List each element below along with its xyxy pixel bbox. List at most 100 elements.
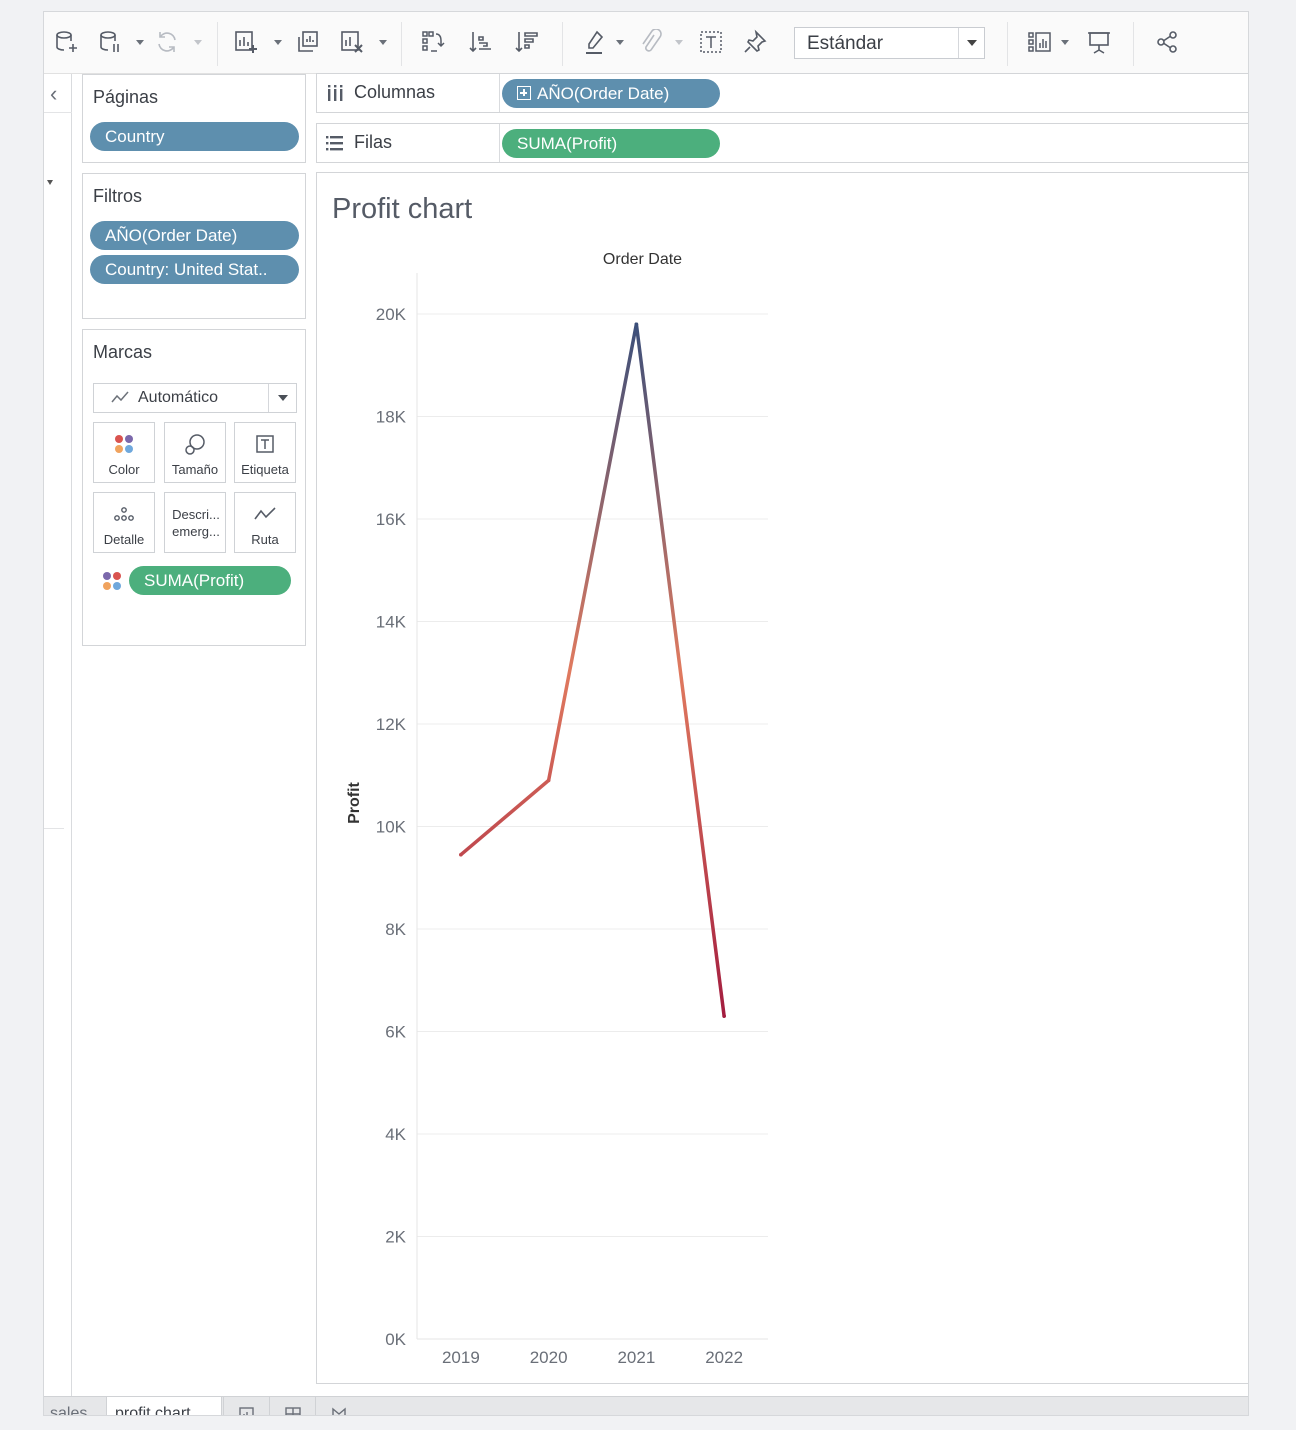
pages-card-title: Páginas <box>93 87 159 107</box>
columns-shelf-header: Columnas <box>317 74 500 112</box>
marks-color-label: Color <box>108 462 140 477</box>
detail-icon <box>94 503 154 525</box>
marks-label-label: Etiqueta <box>241 462 289 477</box>
y-tick-label: 6K <box>385 1023 406 1042</box>
y-tick-label: 18K <box>376 408 407 427</box>
columns-shelf: Columnas AÑO(Order Date) <box>316 73 1248 113</box>
y-tick-label: 0K <box>385 1330 406 1349</box>
marks-size-button[interactable]: Tamaño <box>164 422 226 483</box>
filter-pill-country[interactable]: Country: United Stat.. <box>90 255 299 284</box>
new-data-source-icon[interactable] <box>52 26 82 58</box>
new-story-tab-icon[interactable] <box>315 1397 361 1415</box>
x-tick-label: 2020 <box>530 1348 568 1367</box>
rows-icon <box>325 133 345 153</box>
text-label-icon <box>235 433 295 455</box>
presentation-mode-icon[interactable] <box>1082 26 1116 58</box>
marks-size-label: Tamaño <box>171 462 219 477</box>
rows-shelf: Filas SUMA(Profit) <box>316 123 1248 163</box>
marks-color-button[interactable]: Color <box>93 422 155 483</box>
swap-rows-columns-icon[interactable] <box>416 26 448 58</box>
pause-updates-icon[interactable] <box>96 26 126 58</box>
new-worksheet-dropdown-icon[interactable] <box>273 34 283 50</box>
show-me-icon[interactable] <box>1022 26 1056 58</box>
new-dashboard-tab-icon[interactable] <box>269 1397 315 1415</box>
expand-plus-icon[interactable] <box>517 86 531 100</box>
toolbar-separator <box>1133 22 1134 66</box>
tab-sales[interactable]: sales <box>44 1397 104 1415</box>
filter-pill-year[interactable]: AÑO(Order Date) <box>90 221 299 250</box>
rows-label: Filas <box>354 132 393 152</box>
x-tick-label: 2021 <box>617 1348 655 1367</box>
path-icon <box>235 503 295 525</box>
fix-axes-icon[interactable] <box>739 26 771 58</box>
marks-card-title: Marcas <box>93 342 153 362</box>
divider <box>44 112 72 113</box>
fit-dropdown[interactable]: Estándar <box>794 27 985 59</box>
y-tick-label: 16K <box>376 510 407 529</box>
clear-sheet-icon[interactable] <box>336 26 368 58</box>
size-icon <box>165 433 225 455</box>
highlight-icon[interactable] <box>579 26 611 58</box>
marks-tooltip-label-line1: Descri... <box>172 507 220 522</box>
tab-profit-chart[interactable]: profit chart <box>106 1397 222 1415</box>
filters-card-title: Filtros <box>93 186 142 206</box>
y-tick-label: 14K <box>376 613 407 632</box>
x-tick-label: 2019 <box>442 1348 480 1367</box>
data-point <box>459 852 463 857</box>
group-dropdown-icon[interactable] <box>674 34 684 50</box>
group-members-icon[interactable] <box>634 26 666 58</box>
marks-label-button[interactable]: Etiqueta <box>234 422 296 483</box>
data-point <box>634 322 639 327</box>
small-arrow-icon <box>47 180 53 185</box>
divider <box>44 828 64 829</box>
chevron-down-icon <box>958 28 984 58</box>
data-pane-collapsed: ‹ <box>44 74 72 1396</box>
marks-color-pill[interactable]: SUMA(Profit) <box>129 566 291 595</box>
refresh-icon[interactable] <box>152 26 182 58</box>
marks-detail-button[interactable]: Detalle <box>93 492 155 553</box>
line-segment <box>634 322 726 1018</box>
marks-path-button[interactable]: Ruta <box>234 492 296 553</box>
y-tick-label: 10K <box>376 818 407 837</box>
marks-card: Marcas Automático Color Tamaño Etiqueta <box>82 329 306 646</box>
filters-card: Filtros AÑO(Order Date) Country: United … <box>82 173 306 319</box>
duplicate-sheet-icon[interactable] <box>292 26 324 58</box>
sheet-tab-bar: sales profit chart <box>44 1396 1248 1415</box>
show-me-dropdown-icon[interactable] <box>1060 34 1070 50</box>
toolbar-separator <box>401 22 402 66</box>
fit-value: Estándar <box>807 33 884 54</box>
line-segment <box>459 778 551 857</box>
pause-updates-dropdown-icon[interactable] <box>135 34 145 50</box>
tableau-workspace: Estándar ‹ Páginas Country Filtros AÑO(O… <box>43 11 1249 1416</box>
x-header-label: Order Date <box>603 251 682 268</box>
line-segment <box>546 322 639 783</box>
toolbar-separator <box>217 22 218 66</box>
columns-pill-year[interactable]: AÑO(Order Date) <box>502 79 720 108</box>
columns-pill-label: AÑO(Order Date) <box>537 84 670 103</box>
chevron-left-icon[interactable]: ‹ <box>50 83 66 105</box>
highlight-dropdown-icon[interactable] <box>615 34 625 50</box>
new-worksheet-icon[interactable] <box>230 26 262 58</box>
sort-ascending-icon[interactable] <box>465 26 497 58</box>
color-encoding-icon <box>101 570 125 592</box>
marks-tooltip-button[interactable]: Descri... emerg... <box>164 492 226 553</box>
data-point <box>722 1014 726 1018</box>
pages-card: Páginas Country <box>82 74 306 163</box>
y-tick-label: 2K <box>385 1228 406 1247</box>
new-worksheet-tab-icon[interactable] <box>223 1397 269 1415</box>
pages-pill-country[interactable]: Country <box>90 122 299 151</box>
y-axis-title: Profit <box>346 781 363 823</box>
data-point <box>546 778 551 783</box>
y-tick-label: 20K <box>376 305 407 324</box>
toolbar-separator <box>1007 22 1008 66</box>
share-icon[interactable] <box>1150 26 1184 58</box>
rows-pill-profit[interactable]: SUMA(Profit) <box>502 129 720 158</box>
sort-descending-icon[interactable] <box>511 26 543 58</box>
mark-type-dropdown[interactable]: Automático <box>93 383 297 413</box>
line-chart: 0K 2K 4K 6K 8K 10K 12K 14K 16K 18K 20K 2019 2020 2021… <box>346 251 768 1367</box>
y-tick-label: 8K <box>385 920 406 939</box>
refresh-dropdown-icon[interactable] <box>193 34 203 50</box>
show-mark-labels-icon[interactable] <box>695 26 727 58</box>
clear-sheet-dropdown-icon[interactable] <box>378 34 388 50</box>
marks-detail-label: Detalle <box>103 532 145 547</box>
